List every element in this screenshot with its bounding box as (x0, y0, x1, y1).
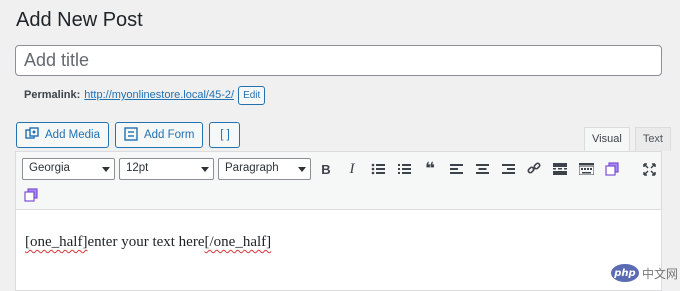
chevron-down-icon (102, 167, 110, 172)
editor: Georgia 12pt Paragraph B I ❝ [one_half]e… (15, 151, 662, 291)
php-logo: php (610, 264, 639, 282)
permalink-label: Permalink: (24, 89, 81, 101)
add-form-label: Add Form (143, 129, 195, 141)
permalink-row: Permalink: http://myonlinestore.local/45… (24, 85, 266, 105)
chevron-down-icon (201, 167, 209, 172)
italic-icon[interactable]: I (341, 158, 363, 180)
align-right-icon[interactable] (497, 158, 519, 180)
page-title: Add New Post (16, 9, 143, 31)
link-icon[interactable] (523, 158, 545, 180)
bold-icon[interactable]: B (315, 158, 337, 180)
media-buttons: Add Media Add Form [ ] (16, 122, 241, 148)
blockquote-icon[interactable]: ❝ (419, 158, 441, 180)
align-left-icon[interactable] (445, 158, 467, 180)
add-form-button[interactable]: Add Form (114, 122, 204, 148)
tab-text[interactable]: Text (634, 127, 671, 151)
fullscreen-icon[interactable] (638, 158, 660, 180)
content-text: enter your text here (87, 234, 205, 250)
shortcode-ultimate-icon[interactable] (601, 158, 623, 180)
numbered-list-icon[interactable] (393, 158, 415, 180)
shortcode-open: [one_half] (25, 234, 88, 250)
format-value: Paragraph (225, 162, 279, 174)
font-family-value: Georgia (29, 162, 70, 174)
font-size-select[interactable]: 12pt (119, 158, 214, 180)
add-media-label: Add Media (45, 129, 100, 141)
read-more-icon[interactable] (549, 158, 571, 180)
add-media-button[interactable]: Add Media (16, 122, 109, 148)
form-icon (124, 126, 138, 144)
editor-tabs: Visual Text (584, 127, 671, 151)
format-select[interactable]: Paragraph (218, 158, 311, 180)
font-family-select[interactable]: Georgia (22, 158, 115, 180)
permalink-link[interactable]: http://myonlinestore.local/45-2/ (84, 89, 234, 101)
post-title-input[interactable] (15, 45, 662, 76)
edit-permalink-button[interactable]: Edit (238, 85, 266, 105)
watermark: php 中文网 (610, 264, 678, 282)
layers-icon[interactable] (20, 184, 42, 206)
shortcode-icon: [ ] (220, 129, 230, 141)
font-size-value: 12pt (126, 162, 149, 174)
bullet-list-icon[interactable] (367, 158, 389, 180)
chevron-down-icon (298, 167, 306, 172)
align-center-icon[interactable] (471, 158, 493, 180)
watermark-text: 中文网 (641, 266, 678, 281)
shortcode-close: [/one_half] (204, 234, 272, 250)
editor-content[interactable]: [one_half]enter your text here[/one_half… (16, 210, 661, 275)
shortcode-button[interactable]: [ ] (209, 122, 241, 148)
editor-toolbar: Georgia 12pt Paragraph B I ❝ (16, 152, 661, 210)
media-icon (25, 126, 39, 144)
tab-visual[interactable]: Visual (584, 127, 630, 151)
toolbar-toggle-icon[interactable] (575, 158, 597, 180)
